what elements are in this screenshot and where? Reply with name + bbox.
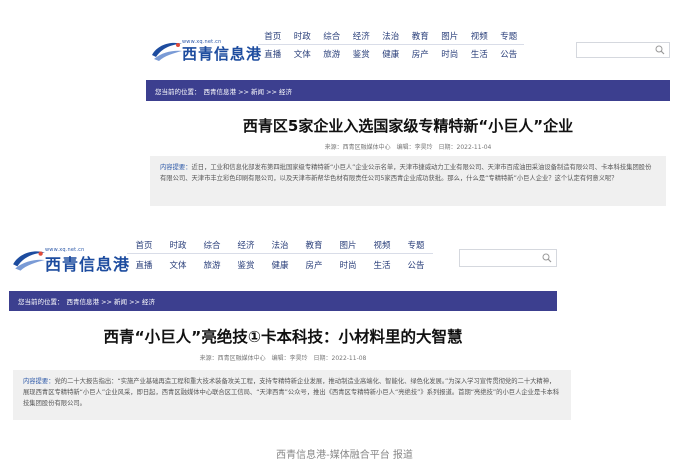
nav-item-notices[interactable]: 公告 (399, 259, 433, 274)
site-logo[interactable]: www.xq.net.cn 西青信息港 (150, 37, 262, 64)
article-source: 来源：西青区融媒体中心 (324, 144, 391, 151)
site-logo[interactable]: www.xq.net.cn 西青信息港 (11, 245, 130, 275)
article-title[interactable]: 西青区5家企业入选国家级专精特新“小巨人”企业 (146, 115, 670, 136)
nav-item-home[interactable]: 首页 (258, 30, 288, 45)
article-summary: 内容提要：党的二十大报告指出：“实施产业基础再造工程和重大技术装备攻关工程，支持… (13, 370, 571, 420)
nav-item-appreciation[interactable]: 鉴赏 (229, 259, 263, 274)
logo-swoosh-icon (150, 38, 184, 64)
logo-url: www.xq.net.cn (45, 247, 85, 253)
nav-item-topics[interactable]: 专题 (399, 239, 433, 254)
nav-item-live[interactable]: 直播 (258, 48, 288, 63)
nav-item-education[interactable]: 教育 (405, 30, 435, 45)
nav-item-travel[interactable]: 旅游 (195, 259, 229, 274)
article-source: 来源：西青区融媒体中心 (199, 355, 266, 362)
search-icon[interactable] (542, 253, 552, 263)
article-card-2: www.xq.net.cn 西青信息港 首页 时政 综合 经济 法治 教育 图片… (9, 233, 575, 428)
article-editor: 编辑：李昊玲 (271, 355, 308, 362)
article-date: 日期：2022-11-08 (313, 355, 367, 362)
breadcrumb: 您当前的位置： 西青信息港 >> 新闻 >> 经济 (9, 291, 557, 311)
nav-item-general[interactable]: 综合 (195, 239, 229, 254)
nav-item-life[interactable]: 生活 (465, 48, 495, 63)
nav-item-realestate[interactable]: 房产 (406, 48, 436, 63)
nav-item-home[interactable]: 首页 (127, 239, 161, 254)
logo-name: 西青信息港 (45, 255, 131, 274)
article-summary: 内容提要：近日，工业和信息化部发布第四批国家级专精特新“小巨人”企业公示名单，天… (150, 156, 666, 206)
nav-item-video[interactable]: 视频 (464, 30, 494, 45)
nav-item-general[interactable]: 综合 (317, 30, 347, 45)
nav-item-culture[interactable]: 文体 (288, 48, 318, 63)
nav-item-law[interactable]: 法治 (376, 30, 406, 45)
breadcrumb-path[interactable]: 西青信息港 >> 新闻 >> 经济 (204, 86, 293, 96)
summary-label: 内容提要： (160, 164, 192, 171)
nav-item-fashion[interactable]: 时尚 (331, 259, 365, 274)
article-title[interactable]: 西青“小巨人”亮绝技①卡本科技：小材料里的大智慧 (9, 325, 557, 347)
article-date: 日期：2022-11-04 (438, 144, 492, 151)
breadcrumb: 您当前的位置： 西青信息港 >> 新闻 >> 经济 (146, 80, 670, 101)
nav-item-travel[interactable]: 旅游 (317, 48, 347, 63)
nav-item-health[interactable]: 健康 (263, 259, 297, 274)
search-input[interactable] (459, 249, 557, 267)
nav-item-appreciation[interactable]: 鉴赏 (347, 48, 377, 63)
nav-item-notices[interactable]: 公告 (494, 48, 524, 63)
nav-item-realestate[interactable]: 房产 (297, 259, 331, 274)
nav-item-pictures[interactable]: 图片 (331, 239, 365, 254)
nav-item-health[interactable]: 健康 (376, 48, 406, 63)
logo-swoosh-icon (11, 246, 47, 274)
summary-label: 内容提要： (23, 378, 55, 385)
breadcrumb-label: 您当前的位置： (155, 87, 201, 96)
nav-item-law[interactable]: 法治 (263, 239, 297, 254)
summary-text: 近日，工业和信息化部发布第四批国家级专精特新“小巨人”企业公示名单，天津市捷威动… (160, 164, 652, 182)
article-meta: 来源：西青区融媒体中心 编辑：李昊玲 日期：2022-11-08 (9, 353, 557, 362)
logo-name: 西青信息港 (182, 45, 263, 63)
nav-item-fashion[interactable]: 时尚 (435, 48, 465, 63)
logo-url: www.xq.net.cn (182, 39, 222, 45)
article-meta: 来源：西青区融媒体中心 编辑：李昊玲 日期：2022-11-04 (146, 142, 670, 151)
breadcrumb-label: 您当前的位置： (18, 298, 64, 306)
article-editor: 编辑：李昊玲 (396, 144, 433, 151)
nav-item-live[interactable]: 直播 (127, 259, 161, 274)
article-card-1: www.xq.net.cn 西青信息港 首页 时政 综合 经济 法治 教育 图片… (146, 26, 670, 214)
nav-item-politics[interactable]: 时政 (287, 30, 317, 45)
site-header: www.xq.net.cn 西青信息港 首页 时政 综合 经济 法治 教育 图片… (146, 26, 670, 76)
nav-item-economy[interactable]: 经济 (346, 30, 376, 45)
nav-item-economy[interactable]: 经济 (229, 239, 263, 254)
site-header: www.xq.net.cn 西青信息港 首页 时政 综合 经济 法治 教育 图片… (9, 233, 575, 283)
nav-item-pictures[interactable]: 图片 (435, 30, 465, 45)
summary-text: 党的二十大报告指出：“实施产业基础再造工程和重大技术装备攻关工程，支持专精特新企… (23, 378, 560, 407)
search-input[interactable] (576, 42, 670, 58)
nav-item-topics[interactable]: 专题 (494, 30, 524, 45)
main-nav: 首页 时政 综合 经济 法治 教育 图片 视频 专题 直播 文体 旅游 鉴赏 健… (127, 239, 433, 274)
main-nav: 首页 时政 综合 经济 法治 教育 图片 视频 专题 直播 文体 旅游 鉴赏 健… (258, 30, 524, 63)
nav-item-life[interactable]: 生活 (365, 259, 399, 274)
breadcrumb-path[interactable]: 西青信息港 >> 新闻 >> 经济 (67, 296, 156, 306)
image-caption: 西青信息港-媒体融合平台 报道 (276, 450, 413, 461)
nav-item-video[interactable]: 视频 (365, 239, 399, 254)
nav-item-politics[interactable]: 时政 (161, 239, 195, 254)
nav-item-culture[interactable]: 文体 (161, 259, 195, 274)
search-icon[interactable] (655, 45, 665, 55)
nav-item-education[interactable]: 教育 (297, 239, 331, 254)
